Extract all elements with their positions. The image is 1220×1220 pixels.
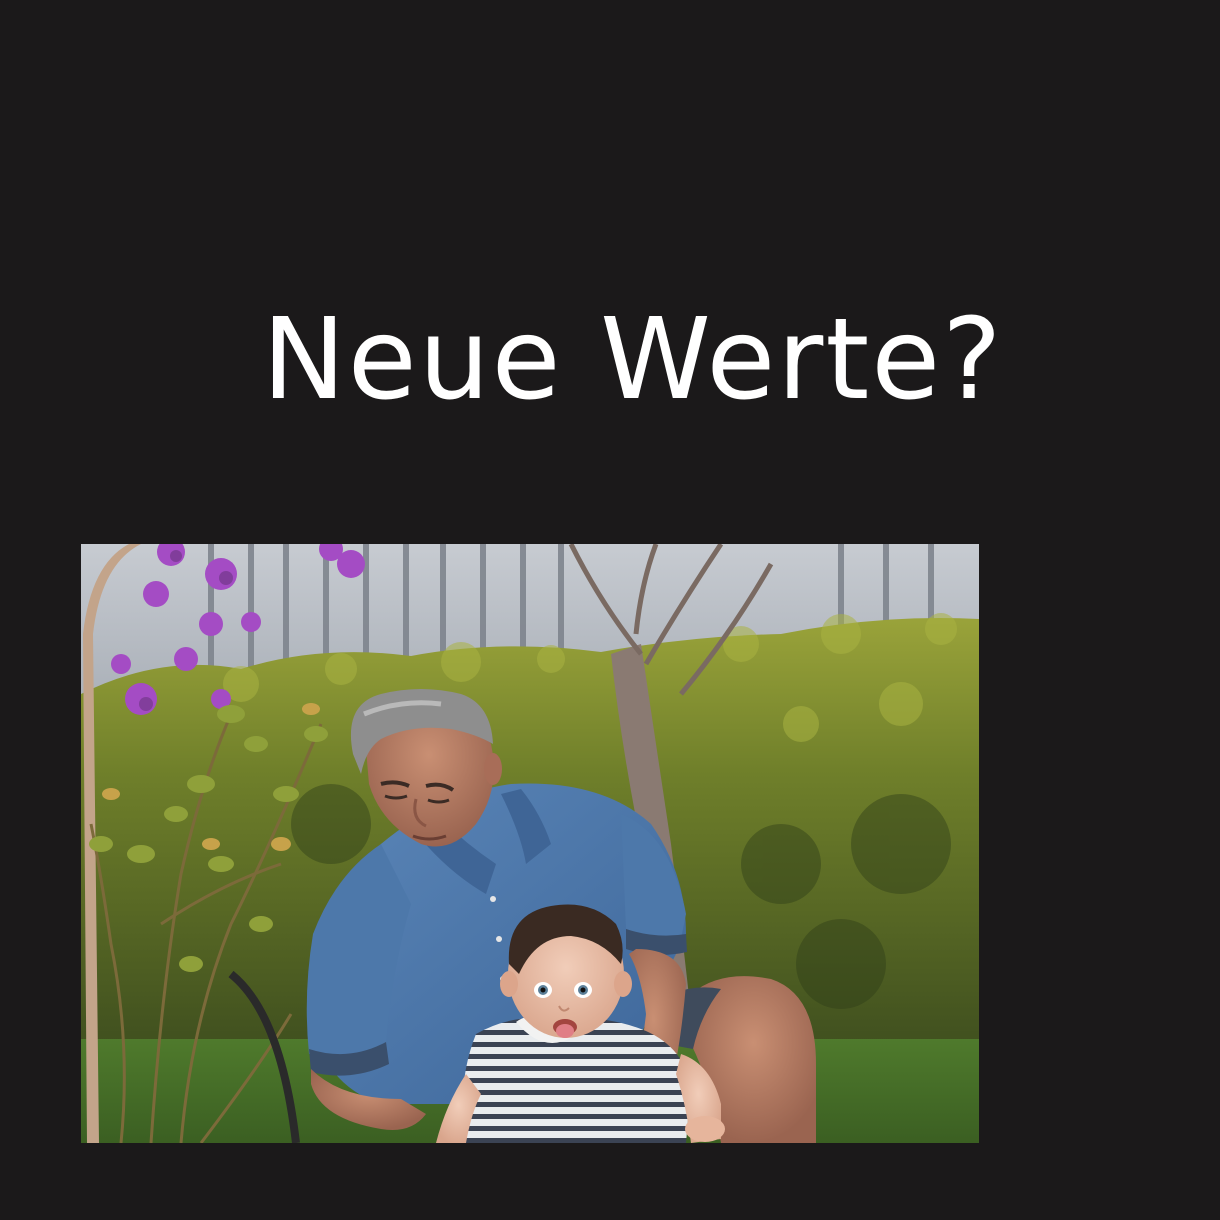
slide: Neue Werte?	[0, 0, 1220, 1220]
garden-family-photo	[81, 544, 979, 1143]
photo-illustration	[81, 544, 979, 1143]
slide-title: Neue Werte?	[262, 295, 1004, 425]
